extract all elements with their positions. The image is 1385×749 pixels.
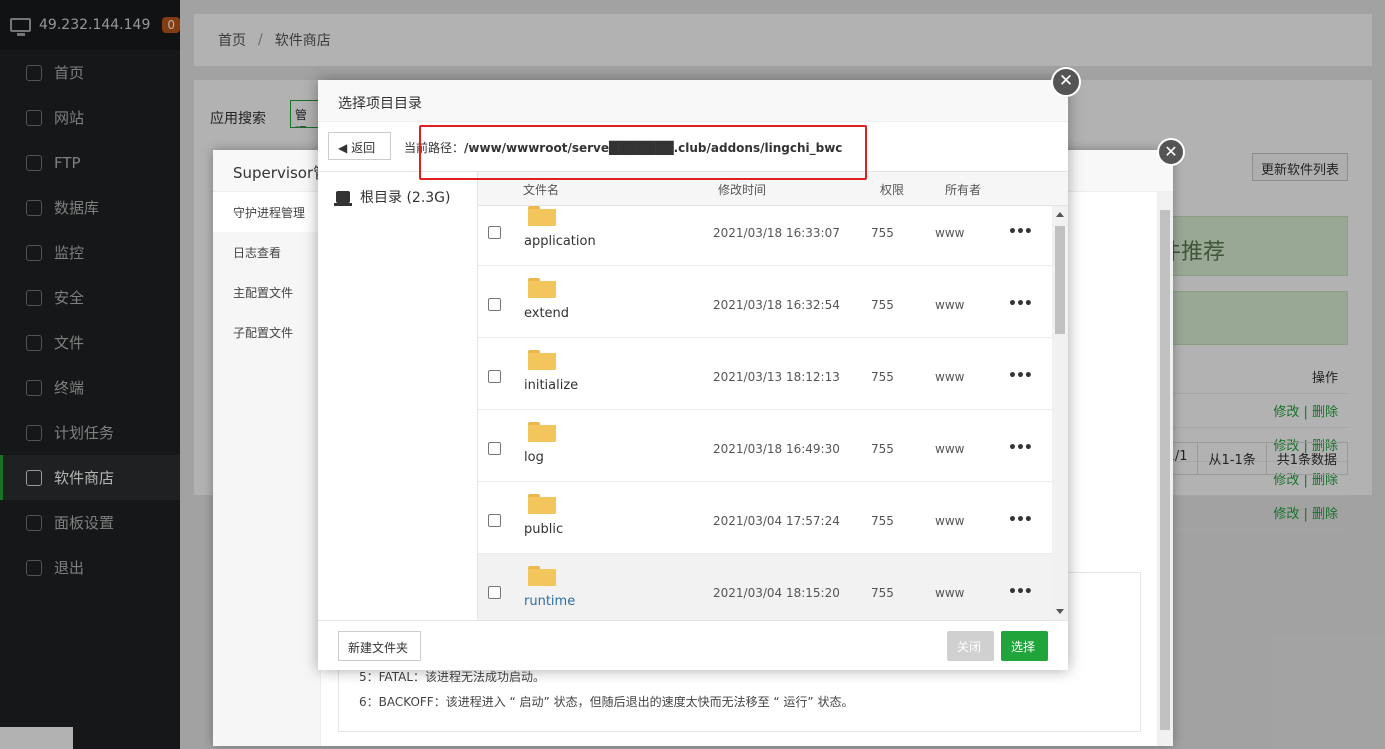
root-directory[interactable]: 根目录 (2.3G) bbox=[334, 187, 451, 207]
more-icon[interactable]: ••• bbox=[1008, 224, 1033, 240]
file-list-scrollbar[interactable] bbox=[1052, 206, 1068, 620]
file-mtime: 2021/03/04 18:15:20 bbox=[713, 586, 840, 600]
file-perm: 755 bbox=[871, 442, 894, 456]
col-name: 文件名 bbox=[523, 183, 560, 197]
file-owner: www bbox=[935, 298, 965, 312]
file-perm: 755 bbox=[871, 226, 894, 240]
file-owner: www bbox=[935, 442, 965, 456]
file-name[interactable]: log bbox=[524, 450, 544, 465]
file-row[interactable]: application 2021/03/18 16:33:07 755 www ••• bbox=[478, 206, 1052, 266]
new-folder-button[interactable]: 新建文件夹 bbox=[338, 631, 421, 661]
file-row[interactable]: runtime 2021/03/04 18:15:20 755 www ••• bbox=[478, 554, 1052, 620]
col-owner: 所有者 bbox=[945, 183, 982, 197]
more-icon[interactable]: ••• bbox=[1008, 584, 1033, 600]
back-button[interactable]: ◀ 返回 bbox=[328, 132, 391, 160]
close-button[interactable]: 关闭 bbox=[947, 631, 994, 661]
scroll-down-icon[interactable] bbox=[1056, 609, 1064, 614]
file-name[interactable]: runtime bbox=[524, 594, 575, 609]
folder-icon bbox=[528, 494, 556, 514]
file-row[interactable]: public 2021/03/04 17:57:24 755 www ••• bbox=[478, 482, 1052, 554]
folder-icon bbox=[528, 566, 556, 586]
file-owner: www bbox=[935, 586, 965, 600]
file-mtime: 2021/03/04 17:57:24 bbox=[713, 514, 840, 528]
scroll-up-icon[interactable] bbox=[1056, 212, 1064, 217]
select-button[interactable]: 选择 bbox=[1001, 631, 1048, 661]
file-perm: 755 bbox=[871, 514, 894, 528]
supervisor-menu: 守护进程管理 日志查看 主配置文件 子配置文件 bbox=[213, 192, 321, 746]
file-owner: www bbox=[935, 514, 965, 528]
supervisor-close-icon[interactable]: ✕ bbox=[1157, 138, 1185, 166]
root-label: 根目录 (2.3G) bbox=[360, 190, 451, 206]
menu-main-config[interactable]: 主配置文件 bbox=[213, 272, 320, 312]
note-backoff: 6：BACKOFF：该进程进入 “ 启动” 状态，但随后退出的速度太快而无法移至… bbox=[359, 695, 854, 709]
folder-icon bbox=[528, 206, 556, 226]
file-list: application 2021/03/18 16:33:07 755 www ••• e… bbox=[478, 206, 1052, 620]
path-highlight-box bbox=[419, 125, 867, 180]
file-name[interactable]: application bbox=[524, 234, 596, 249]
dialog-close-icon[interactable]: ✕ bbox=[1051, 67, 1081, 97]
row-checkbox[interactable] bbox=[488, 514, 501, 527]
supervisor-scrollbar[interactable] bbox=[1157, 192, 1173, 746]
file-row[interactable]: initialize 2021/03/13 18:12:13 755 www ••• bbox=[478, 338, 1052, 410]
directory-tree: 根目录 (2.3G) bbox=[318, 172, 478, 620]
file-perm: 755 bbox=[871, 586, 894, 600]
file-mtime: 2021/03/18 16:32:54 bbox=[713, 298, 840, 312]
file-row[interactable]: log 2021/03/18 16:49:30 755 www ••• bbox=[478, 410, 1052, 482]
more-icon[interactable]: ••• bbox=[1008, 296, 1033, 312]
file-mtime: 2021/03/18 16:49:30 bbox=[713, 442, 840, 456]
file-mtime: 2021/03/13 18:12:13 bbox=[713, 370, 840, 384]
more-icon[interactable]: ••• bbox=[1008, 512, 1033, 528]
col-mtime: 修改时间 bbox=[718, 183, 767, 197]
file-name[interactable]: public bbox=[524, 522, 563, 537]
file-mtime: 2021/03/18 16:33:07 bbox=[713, 226, 840, 240]
row-checkbox[interactable] bbox=[488, 298, 501, 311]
col-perm: 权限 bbox=[880, 183, 905, 197]
more-icon[interactable]: ••• bbox=[1008, 368, 1033, 384]
row-checkbox[interactable] bbox=[488, 586, 501, 599]
back-label: 返回 bbox=[351, 141, 376, 155]
back-arrow-icon: ◀ bbox=[338, 141, 348, 155]
file-perm: 755 bbox=[871, 298, 894, 312]
menu-log-view[interactable]: 日志查看 bbox=[213, 232, 320, 272]
dialog-footer: 新建文件夹 关闭 选择 bbox=[318, 620, 1068, 670]
folder-icon bbox=[528, 350, 556, 370]
row-checkbox[interactable] bbox=[488, 370, 501, 383]
scroll-thumb[interactable] bbox=[1055, 226, 1065, 334]
folder-icon bbox=[528, 278, 556, 298]
folder-icon bbox=[528, 422, 556, 442]
dialog-title: 选择项目目录 bbox=[318, 80, 1068, 122]
file-perm: 755 bbox=[871, 370, 894, 384]
row-checkbox[interactable] bbox=[488, 442, 501, 455]
file-name[interactable]: initialize bbox=[524, 378, 578, 393]
disk-icon bbox=[334, 191, 352, 206]
menu-process-manage[interactable]: 守护进程管理 bbox=[213, 192, 320, 232]
file-owner: www bbox=[935, 226, 965, 240]
file-owner: www bbox=[935, 370, 965, 384]
more-icon[interactable]: ••• bbox=[1008, 440, 1033, 456]
file-row[interactable]: extend 2021/03/18 16:32:54 755 www ••• bbox=[478, 266, 1052, 338]
menu-sub-config[interactable]: 子配置文件 bbox=[213, 312, 320, 352]
row-checkbox[interactable] bbox=[488, 226, 501, 239]
file-name[interactable]: extend bbox=[524, 306, 569, 321]
